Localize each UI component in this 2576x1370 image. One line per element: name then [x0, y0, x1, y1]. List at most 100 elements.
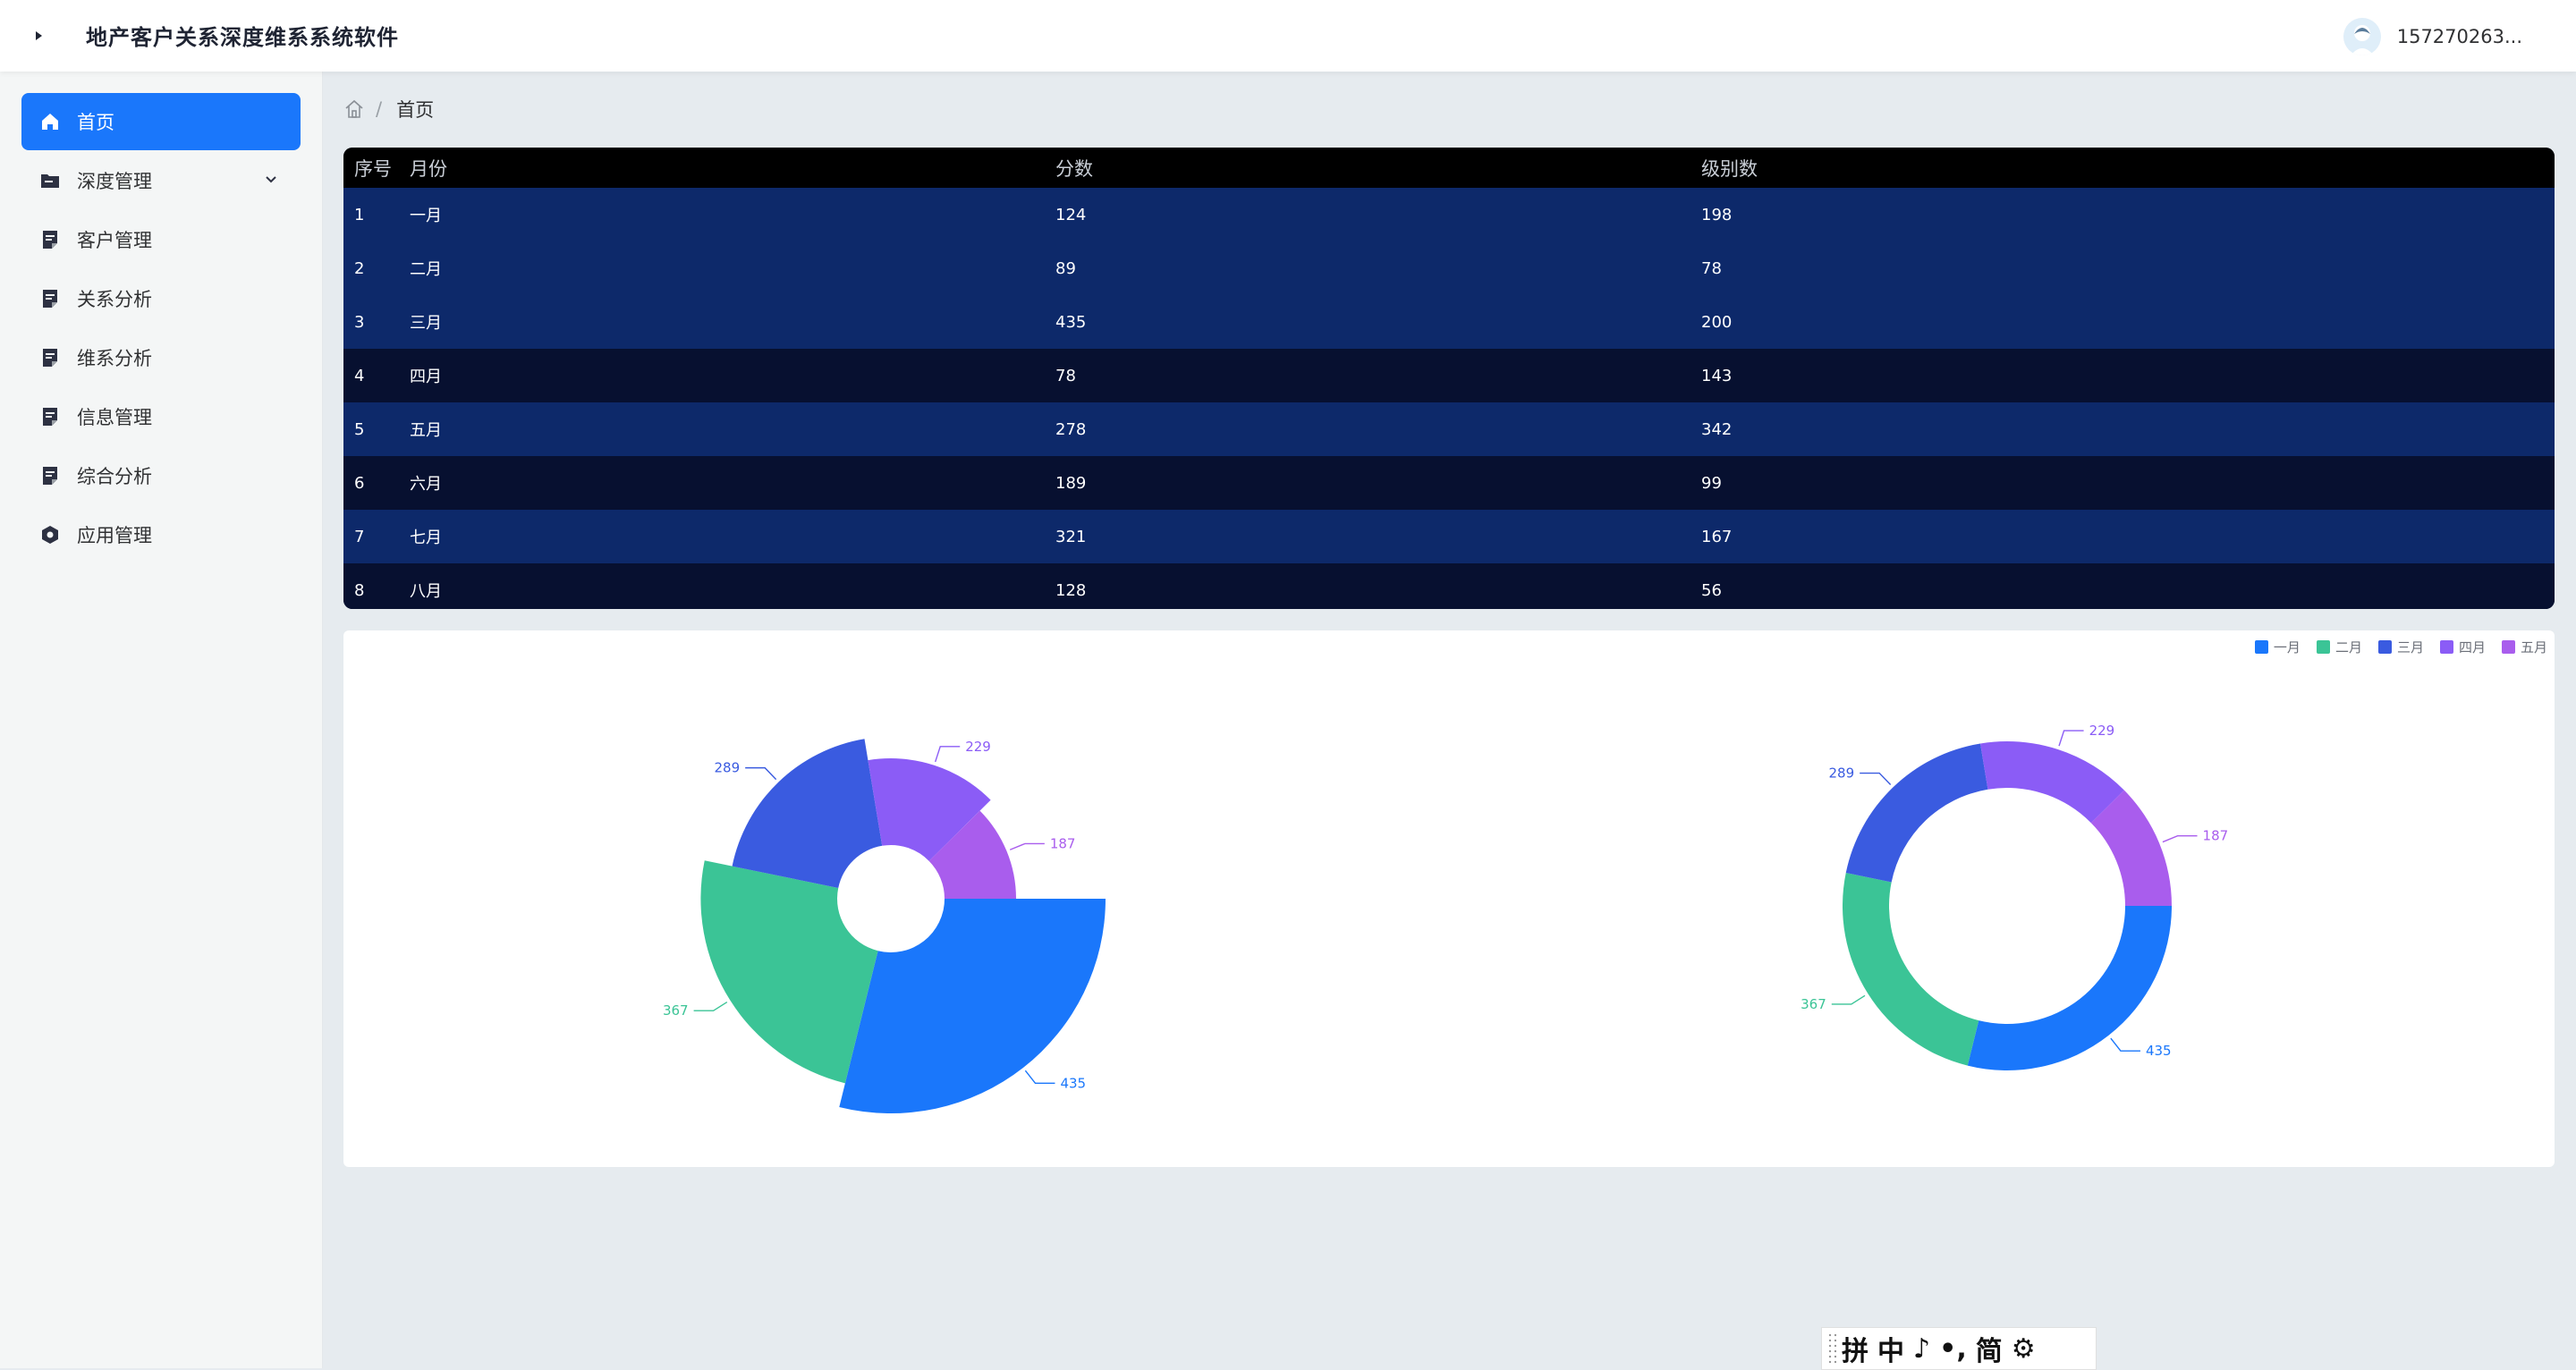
slice-label: 435 [1060, 1075, 1086, 1091]
ime-grip-handle[interactable] [1827, 1332, 1836, 1365]
sidebar-item-home[interactable]: 首页 [21, 93, 301, 150]
legend-item[interactable]: 二月 [2316, 638, 2362, 656]
legend-item[interactable]: 五月 [2501, 638, 2547, 656]
breadcrumb: / 首页 [343, 97, 434, 122]
legend-item[interactable]: 四月 [2439, 638, 2486, 656]
chart-card: 435 367 289 229 187 435 367 289 229 187 一月 二月 三月 四月 五… [343, 630, 2555, 1167]
pie-slice[interactable] [1980, 741, 2124, 824]
pie-slice[interactable] [1845, 743, 1988, 883]
legend-item[interactable]: 一月 [2254, 638, 2301, 656]
cell-index: 2 [354, 258, 365, 278]
sidebar-item-label: 首页 [77, 112, 114, 133]
legend-label: 五月 [2520, 639, 2547, 655]
slice-label: 187 [2203, 828, 2229, 844]
table-row[interactable]: 4 四月 78 143 [343, 349, 2555, 402]
cell-level: 167 [1701, 527, 1733, 546]
cell-month: 五月 [410, 421, 442, 440]
folder-icon [39, 170, 61, 191]
pie-slice[interactable] [700, 860, 878, 1084]
cell-level: 198 [1701, 205, 1733, 224]
table-row[interactable]: 6 六月 189 99 [343, 456, 2555, 510]
slice-leader-line [693, 1001, 728, 1011]
ime-punctuation-button[interactable]: •, [1939, 1333, 1967, 1365]
legend-swatch [2439, 640, 2453, 654]
legend-swatch [2501, 640, 2515, 654]
cell-month: 四月 [410, 368, 442, 386]
sidebar-toggle-icon[interactable] [27, 23, 52, 48]
sidebar: 首页 深度管理 客户管理 关系分析 维系分析 信息管理 综合分析 应用管理 [0, 72, 323, 1368]
ime-toolbar[interactable]: 拼 中 ♪ •, 简 ⚙ [1821, 1327, 2097, 1370]
legend-item[interactable]: 三月 [2377, 638, 2424, 656]
cell-index: 6 [354, 473, 365, 493]
document-icon [39, 288, 61, 309]
table-row[interactable]: 5 五月 278 342 [343, 402, 2555, 456]
cell-month: 六月 [410, 475, 442, 494]
slice-label: 367 [1801, 996, 1826, 1012]
sidebar-item-relation-analysis[interactable]: 关系分析 [21, 270, 301, 327]
cell-index: 5 [354, 419, 365, 439]
cell-index: 1 [354, 205, 365, 224]
pie-slice[interactable] [732, 739, 883, 888]
slice-leader-line [1024, 1070, 1055, 1085]
column-header-index: 序号 [354, 157, 392, 180]
ime-chinese-button[interactable]: 中 [1877, 1329, 1904, 1368]
slice-leader-line [1860, 772, 1892, 786]
chart-legend: 一月 二月 三月 四月 五月 [2239, 638, 2547, 656]
table-row[interactable]: 3 三月 435 200 [343, 295, 2555, 349]
cell-level: 200 [1701, 312, 1733, 332]
cell-level: 78 [1701, 258, 1722, 278]
sidebar-item-info-management[interactable]: 信息管理 [21, 388, 301, 445]
slice-leader-line [2058, 730, 2084, 747]
sidebar-item-comprehensive-analysis[interactable]: 综合分析 [21, 447, 301, 504]
column-header-level: 级别数 [1701, 157, 1758, 180]
legend-label: 三月 [2396, 639, 2424, 655]
legend-label: 二月 [2334, 639, 2362, 655]
ime-simplified-button[interactable]: 简 [1976, 1329, 2003, 1368]
ime-moon-button[interactable]: ♪ [1913, 1333, 1930, 1365]
sidebar-item-maintenance-analysis[interactable]: 维系分析 [21, 329, 301, 386]
slice-leader-line [935, 746, 961, 763]
legend-swatch [2377, 640, 2392, 654]
legend-swatch [2254, 640, 2268, 654]
pie-slice[interactable] [1843, 873, 1979, 1066]
legend-label: 一月 [2273, 639, 2301, 655]
cell-score: 435 [1055, 312, 1087, 332]
breadcrumb-separator: / [376, 98, 383, 120]
sidebar-item-app-management[interactable]: 应用管理 [21, 506, 301, 563]
pie-slice[interactable] [1967, 906, 2172, 1070]
cell-month: 七月 [410, 529, 442, 547]
cell-month: 一月 [410, 207, 442, 225]
document-icon [39, 406, 61, 427]
slice-label: 229 [965, 739, 991, 755]
chevron-down-icon[interactable] [263, 172, 279, 188]
cell-index: 4 [354, 366, 365, 385]
app-title: 地产客户关系深度维系系统软件 [86, 25, 399, 50]
legend-label: 四月 [2458, 639, 2486, 655]
pie-charts: 435 367 289 229 187 435 367 289 229 187 [663, 723, 2229, 1113]
sidebar-item-label: 综合分析 [77, 466, 152, 487]
sidebar-item-customer-management[interactable]: 客户管理 [21, 211, 301, 268]
sidebar-item-label: 维系分析 [77, 348, 152, 369]
table-row[interactable]: 7 七月 321 167 [343, 510, 2555, 563]
table-row[interactable]: 8 八月 128 56 [343, 563, 2555, 609]
document-icon [39, 465, 61, 486]
home-icon[interactable] [343, 98, 365, 120]
data-table: 序号 月份 分数 级别数 1 一月 124 198 2 二月 89 78 3 三… [343, 148, 2555, 609]
cell-score: 128 [1055, 580, 1087, 600]
user-menu[interactable]: 157270263... [2343, 18, 2522, 55]
table-header: 序号 月份 分数 级别数 [343, 148, 2555, 188]
slice-leader-line [1831, 994, 1866, 1005]
cell-score: 278 [1055, 419, 1087, 439]
slice-leader-line [745, 766, 777, 781]
document-icon [39, 229, 61, 250]
ime-pinyin-button[interactable]: 拼 [1842, 1329, 1868, 1368]
table-row[interactable]: 1 一月 124 198 [343, 188, 2555, 241]
slice-label: 435 [2146, 1043, 2172, 1059]
slice-leader-line [2162, 835, 2198, 843]
avatar[interactable] [2343, 18, 2381, 55]
username[interactable]: 157270263... [2397, 26, 2522, 47]
slice-label: 367 [663, 1002, 689, 1019]
table-row[interactable]: 2 二月 89 78 [343, 241, 2555, 295]
ime-settings-button[interactable]: ⚙ [2012, 1333, 2036, 1365]
sidebar-item-depth-management[interactable]: 深度管理 [21, 152, 301, 209]
